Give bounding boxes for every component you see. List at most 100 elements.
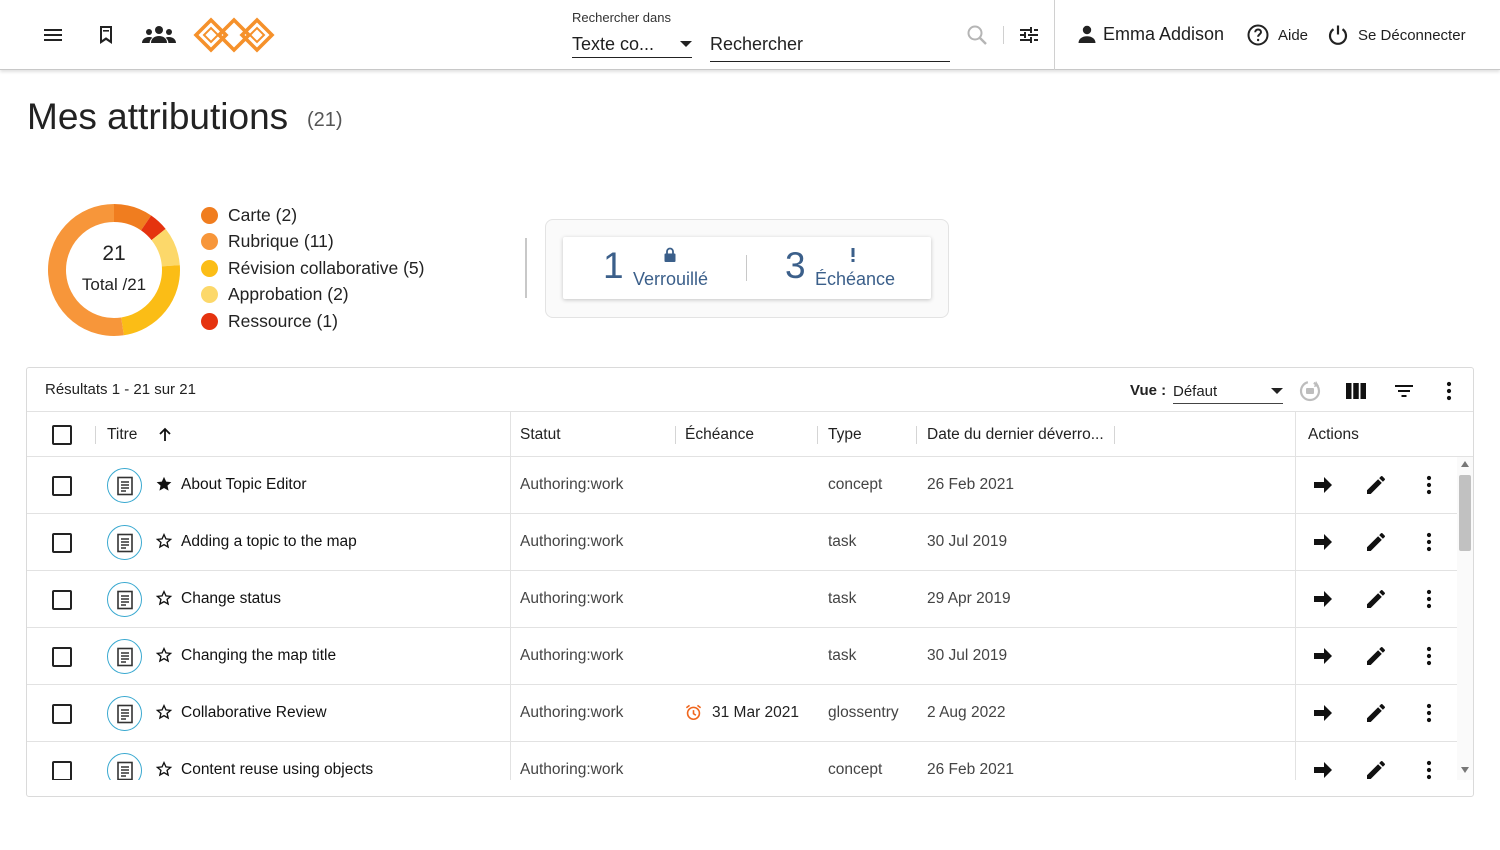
scrollbar-thumb[interactable] xyxy=(1459,475,1471,551)
row-more-icon[interactable] xyxy=(1416,700,1442,726)
search-scope-value: Texte co... xyxy=(572,33,655,54)
stat-due[interactable]: 3 Échéance xyxy=(747,237,931,299)
row-more-icon[interactable] xyxy=(1416,643,1442,669)
topic-type-icon[interactable] xyxy=(107,468,142,503)
column-header-due[interactable]: Échéance xyxy=(685,426,754,444)
row-type: concept xyxy=(828,476,883,493)
topic-type-icon[interactable] xyxy=(107,753,142,780)
star-filled-icon[interactable] xyxy=(155,475,173,493)
star-outline-icon[interactable] xyxy=(155,589,173,607)
row-title[interactable]: Collaborative Review xyxy=(181,704,327,722)
row-more-icon[interactable] xyxy=(1416,586,1442,612)
more-options-icon[interactable] xyxy=(1436,378,1462,404)
row-checkbox[interactable] xyxy=(52,590,72,610)
row-checkbox[interactable] xyxy=(52,761,72,780)
legend-item-ressource[interactable]: Ressource (1) xyxy=(201,308,424,335)
donut-segment[interactable] xyxy=(48,204,124,336)
people-icon[interactable] xyxy=(140,22,178,48)
row-title[interactable]: Changing the map title xyxy=(181,647,336,665)
table-row[interactable]: Collaborative Review Authoring:work 31 M… xyxy=(27,685,1457,742)
open-arrow-icon[interactable] xyxy=(1310,700,1336,726)
row-title[interactable]: About Topic Editor xyxy=(181,476,307,494)
edit-pencil-icon[interactable] xyxy=(1363,757,1389,780)
open-arrow-icon[interactable] xyxy=(1310,757,1336,780)
search-input[interactable] xyxy=(710,28,950,62)
topic-type-icon[interactable] xyxy=(107,639,142,674)
legend-item-revision-collaborative[interactable]: Révision collaborative (5) xyxy=(201,255,424,282)
star-outline-icon[interactable] xyxy=(155,760,173,778)
stat-locked[interactable]: 1 Verrouillé xyxy=(563,237,745,299)
table-row[interactable]: Adding a topic to the map Authoring:work… xyxy=(27,514,1457,571)
row-checkbox[interactable] xyxy=(52,533,72,553)
column-divider xyxy=(675,426,676,444)
donut-total-label: Total /21 xyxy=(82,275,146,294)
row-title[interactable]: Content reuse using objects xyxy=(181,761,373,779)
view-label: Vue : xyxy=(1130,382,1167,399)
star-outline-icon[interactable] xyxy=(155,703,173,721)
row-type: task xyxy=(828,647,857,664)
star-outline-icon[interactable] xyxy=(155,532,173,550)
donut-legend: Carte (2) Rubrique (11) Révision collabo… xyxy=(201,202,424,335)
select-all-checkbox[interactable] xyxy=(52,425,72,445)
open-arrow-icon[interactable] xyxy=(1310,529,1336,555)
app-logo[interactable] xyxy=(193,16,277,54)
edit-pencil-icon[interactable] xyxy=(1363,472,1389,498)
edit-pencil-icon[interactable] xyxy=(1363,643,1389,669)
edit-pencil-icon[interactable] xyxy=(1363,529,1389,555)
view-select[interactable]: Défaut xyxy=(1173,379,1283,404)
search-icon[interactable] xyxy=(964,22,990,48)
topic-type-icon[interactable] xyxy=(107,582,142,617)
topic-type-icon[interactable] xyxy=(107,525,142,560)
sort-ascending-icon[interactable] xyxy=(157,427,173,443)
stat-locked-label: Verrouillé xyxy=(633,269,709,289)
view-value: Défaut xyxy=(1173,382,1218,400)
table-scrollbar[interactable] xyxy=(1457,457,1473,780)
column-header-status[interactable]: Statut xyxy=(520,426,561,444)
user-menu[interactable]: Emma Addison xyxy=(1075,22,1224,46)
help-button[interactable]: Aide xyxy=(1246,23,1308,47)
open-arrow-icon[interactable] xyxy=(1310,643,1336,669)
row-more-icon[interactable] xyxy=(1416,757,1442,780)
topic-type-icon[interactable] xyxy=(107,696,142,731)
donut-segment[interactable] xyxy=(151,228,180,267)
logout-button[interactable]: Se Déconnecter xyxy=(1326,23,1466,47)
legend-item-rubrique[interactable]: Rubrique (11) xyxy=(201,229,424,256)
row-type: task xyxy=(828,533,857,550)
row-more-icon[interactable] xyxy=(1416,529,1442,555)
donut-segment[interactable] xyxy=(113,204,152,231)
search-filters-icon[interactable] xyxy=(1016,22,1042,48)
row-checkbox[interactable] xyxy=(52,476,72,496)
row-more-icon[interactable] xyxy=(1416,472,1442,498)
star-outline-icon[interactable] xyxy=(155,646,173,664)
search-scope: Rechercher dans Texte co... xyxy=(572,10,692,58)
legend-item-approbation[interactable]: Approbation (2) xyxy=(201,282,424,309)
row-status: Authoring:work xyxy=(520,476,624,493)
open-arrow-icon[interactable] xyxy=(1310,586,1336,612)
edit-pencil-icon[interactable] xyxy=(1363,700,1389,726)
table-row[interactable]: Change status Authoring:work task 29 Apr… xyxy=(27,571,1457,628)
row-checkbox[interactable] xyxy=(52,704,72,724)
table-row[interactable]: Changing the map title Authoring:work ta… xyxy=(27,628,1457,685)
open-arrow-icon[interactable] xyxy=(1310,472,1336,498)
row-title[interactable]: Adding a topic to the map xyxy=(181,533,357,551)
row-due-date: 31 Mar 2021 xyxy=(712,704,800,721)
donut-segment[interactable] xyxy=(140,215,166,241)
filter-icon[interactable] xyxy=(1391,378,1417,404)
refresh-icon[interactable] xyxy=(1297,378,1323,404)
search-scope-select[interactable]: Texte co... xyxy=(572,31,692,58)
bookmark-icon[interactable] xyxy=(93,22,119,48)
column-header-type[interactable]: Type xyxy=(828,426,862,444)
scroll-down-icon[interactable] xyxy=(1461,767,1469,773)
row-title[interactable]: Change status xyxy=(181,590,281,608)
legend-item-carte[interactable]: Carte (2) xyxy=(201,202,424,229)
columns-icon[interactable] xyxy=(1343,378,1369,404)
menu-icon[interactable] xyxy=(40,22,66,48)
edit-pencil-icon[interactable] xyxy=(1363,586,1389,612)
column-header-title[interactable]: Titre xyxy=(107,426,137,444)
column-header-actions: Actions xyxy=(1308,426,1359,443)
scroll-up-icon[interactable] xyxy=(1461,461,1469,467)
column-header-last-unlock[interactable]: Date du dernier déverro... xyxy=(927,426,1104,444)
table-row[interactable]: Content reuse using objects Authoring:wo… xyxy=(27,742,1457,780)
table-row[interactable]: About Topic Editor Authoring:work concep… xyxy=(27,457,1457,514)
row-checkbox[interactable] xyxy=(52,647,72,667)
